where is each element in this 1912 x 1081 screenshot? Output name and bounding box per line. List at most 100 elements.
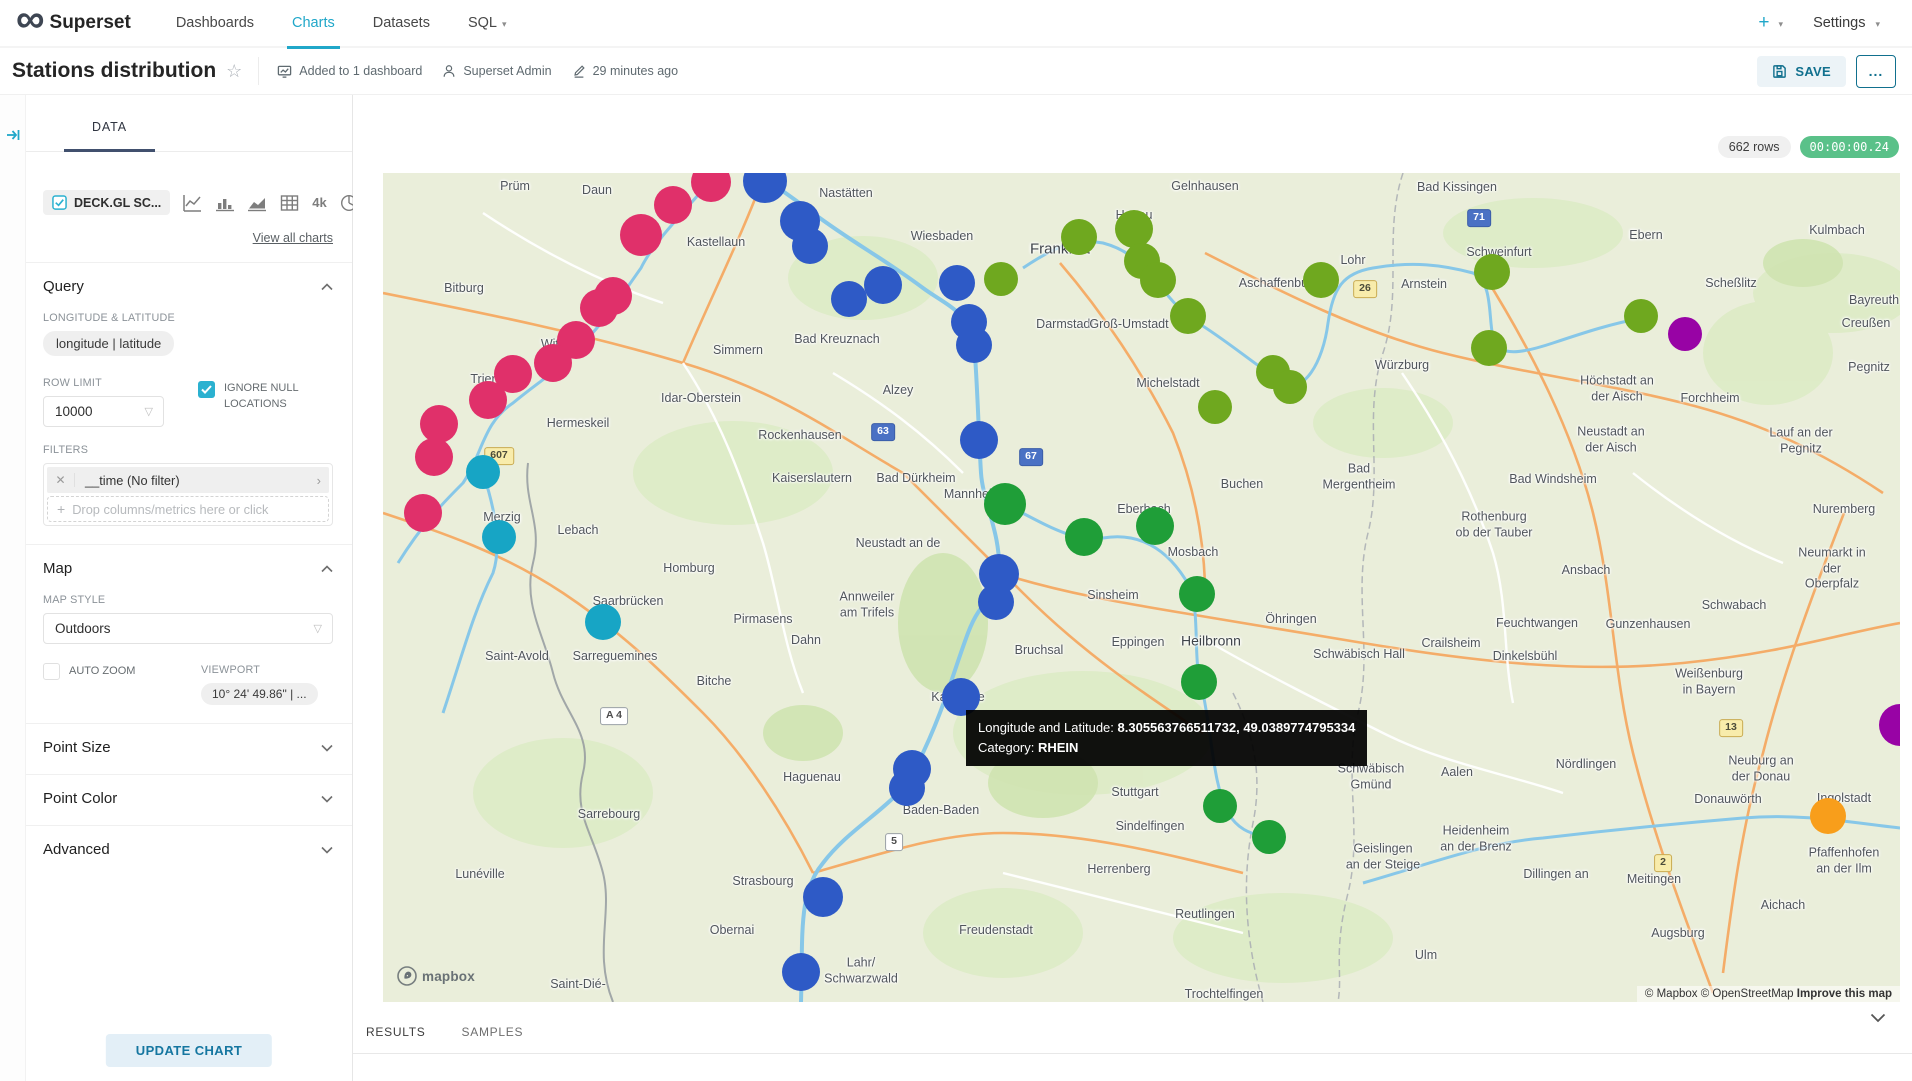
map-point-pink-series[interactable] <box>404 494 442 532</box>
map-point-pink-series[interactable] <box>469 381 507 419</box>
settings-label: Settings <box>1813 15 1865 31</box>
dashboard-count-chip[interactable]: Added to 1 dashboard <box>277 64 422 79</box>
road-shield-icon: 5 <box>885 833 903 851</box>
view-all-charts-link[interactable]: View all charts <box>45 231 333 245</box>
tab-data[interactable]: DATA <box>64 120 155 152</box>
map-point-pink-series[interactable] <box>534 344 572 382</box>
line-chart-icon[interactable] <box>182 194 202 212</box>
map-point-olive-series[interactable] <box>1471 330 1507 366</box>
map-style-value: Outdoors <box>55 621 111 636</box>
tooltip-coordinates-value: 8.305563766511732, 49.0389774795334 <box>1118 720 1356 735</box>
owner-label: Superset Admin <box>463 64 551 78</box>
big-number-icon[interactable]: 4k <box>312 195 326 210</box>
update-chart-button[interactable]: UPDATE CHART <box>106 1034 272 1067</box>
map-point-rhein[interactable] <box>831 281 867 317</box>
superset-brand[interactable]: ∞ Superset <box>16 12 131 34</box>
section-header[interactable]: Point Color <box>43 790 333 807</box>
query-section-header[interactable]: Query <box>43 278 333 295</box>
nav-item-dashboards[interactable]: Dashboards <box>157 0 273 47</box>
map-point-rhein[interactable] <box>889 770 925 806</box>
map-point-pink-series[interactable] <box>654 186 692 224</box>
map-point-pink-series[interactable] <box>620 214 662 256</box>
save-icon <box>1772 64 1787 79</box>
map-point-rhein[interactable] <box>803 877 843 917</box>
map-point-cyan-series[interactable] <box>585 604 621 640</box>
improve-map-link[interactable]: Improve this map <box>1797 988 1892 1000</box>
map-point-olive-series[interactable] <box>984 262 1018 296</box>
map-point-green-series[interactable] <box>1203 789 1237 823</box>
map-point-rhein[interactable] <box>956 327 992 363</box>
map-section-header[interactable]: Map <box>43 560 333 577</box>
remove-filter-icon[interactable]: ✕ <box>47 473 75 487</box>
map-point-green-series[interactable] <box>1252 820 1286 854</box>
viz-quick-switch: 4k <box>182 194 357 212</box>
map-style-select[interactable]: Outdoors ▽ <box>43 613 333 644</box>
map-point-olive-series[interactable] <box>1115 210 1153 248</box>
bar-chart-icon[interactable] <box>215 194 234 212</box>
auto-zoom-checkbox-row[interactable]: AUTO ZOOM <box>43 663 201 680</box>
owner-chip[interactable]: Superset Admin <box>442 64 551 78</box>
row-limit-select[interactable]: 10000 ▽ <box>43 396 164 427</box>
map-tooltip: Longitude and Latitude: 8.30556376651173… <box>966 710 1367 766</box>
section-header[interactable]: Advanced <box>43 841 333 858</box>
map-point-cyan-series[interactable] <box>482 520 516 554</box>
map-point-rhein[interactable] <box>960 421 998 459</box>
section-title: Advanced <box>43 841 110 858</box>
chevron-down-icon: ▽ <box>145 405 153 418</box>
table-icon[interactable] <box>280 194 299 212</box>
map-point-cyan-series[interactable] <box>466 455 500 489</box>
map-point-pink-series[interactable] <box>415 438 453 476</box>
map-section: Map MAP STYLE Outdoors ▽ AUTO ZOOM VIEWP… <box>26 544 352 723</box>
viewport-value-chip[interactable]: 10° 24' 49.86" | ... <box>201 683 318 705</box>
time-filter-chip[interactable]: ✕ __time (No filter) › <box>47 467 329 493</box>
results-tab-samples[interactable]: SAMPLES <box>462 1025 524 1047</box>
map-point-green-series[interactable] <box>1136 507 1174 545</box>
map-point-green-series[interactable] <box>984 483 1026 525</box>
map-point-olive-series[interactable] <box>1170 298 1206 334</box>
map-point-rhein[interactable] <box>782 953 820 991</box>
map-point-green-series[interactable] <box>1065 518 1103 556</box>
map-point-olive-series[interactable] <box>1061 219 1097 255</box>
collapse-results-icon[interactable] <box>1870 1013 1886 1023</box>
lonlat-value-chip[interactable]: longitude | latitude <box>43 331 174 356</box>
viz-type-row: DECK.GL SC... 4k <box>43 190 333 215</box>
last-modified-chip[interactable]: 29 minutes ago <box>572 64 678 78</box>
map-point-olive-series[interactable] <box>1474 254 1510 290</box>
map-point-rhein[interactable] <box>792 228 828 264</box>
map-point-rhein[interactable] <box>864 266 902 304</box>
more-options-button[interactable]: ... <box>1856 55 1896 88</box>
nav-item-datasets[interactable]: Datasets <box>354 0 449 47</box>
nav-item-charts[interactable]: Charts <box>273 0 354 47</box>
map-point-olive-series[interactable] <box>1140 262 1176 298</box>
map-point-green-series[interactable] <box>1179 576 1215 612</box>
nav-item-sql[interactable]: SQL▾ <box>449 0 526 47</box>
map-point-purple-series[interactable] <box>1668 317 1702 351</box>
drop-columns-zone[interactable]: + Drop columns/metrics here or click <box>47 496 329 522</box>
road-shield-icon: 71 <box>1467 209 1491 227</box>
map-point-pink-series[interactable] <box>420 405 458 443</box>
map-attribution: © Mapbox © OpenStreetMap Improve this ma… <box>1637 986 1900 1002</box>
map-point-rhein[interactable] <box>978 584 1014 620</box>
area-chart-icon[interactable] <box>247 194 267 212</box>
selected-viz-chip[interactable]: DECK.GL SC... <box>43 190 170 215</box>
deckgl-map[interactable]: PrümDaunNastättenGelnhausenBad Kissingen… <box>383 173 1900 1002</box>
mapbox-attribution-link[interactable]: © Mapbox <box>1645 988 1698 1000</box>
map-point-rhein[interactable] <box>939 265 975 301</box>
map-point-green-series[interactable] <box>1181 664 1217 700</box>
settings-menu[interactable]: Settings ▾ <box>1813 15 1880 31</box>
results-tab-results[interactable]: RESULTS <box>366 1025 426 1047</box>
ignore-null-checkbox-row[interactable]: IGNORE NULL LOCATIONS <box>198 381 314 413</box>
osm-attribution-link[interactable]: © OpenStreetMap <box>1701 988 1794 1000</box>
map-point-olive-series[interactable] <box>1198 390 1232 424</box>
map-point-pink-series[interactable] <box>580 289 618 327</box>
new-item-button[interactable]: + ▾ <box>1758 12 1783 34</box>
mapbox-logo[interactable]: mapbox <box>397 966 475 986</box>
save-button[interactable]: SAVE <box>1757 56 1846 87</box>
map-point-olive-series[interactable] <box>1303 262 1339 298</box>
collapse-panel-icon[interactable] <box>5 127 21 143</box>
map-point-orange-series[interactable] <box>1810 798 1846 834</box>
map-point-olive-series[interactable] <box>1273 370 1307 404</box>
favorite-star-icon[interactable]: ☆ <box>226 61 242 82</box>
map-point-olive-series[interactable] <box>1624 299 1658 333</box>
section-header[interactable]: Point Size <box>43 739 333 756</box>
